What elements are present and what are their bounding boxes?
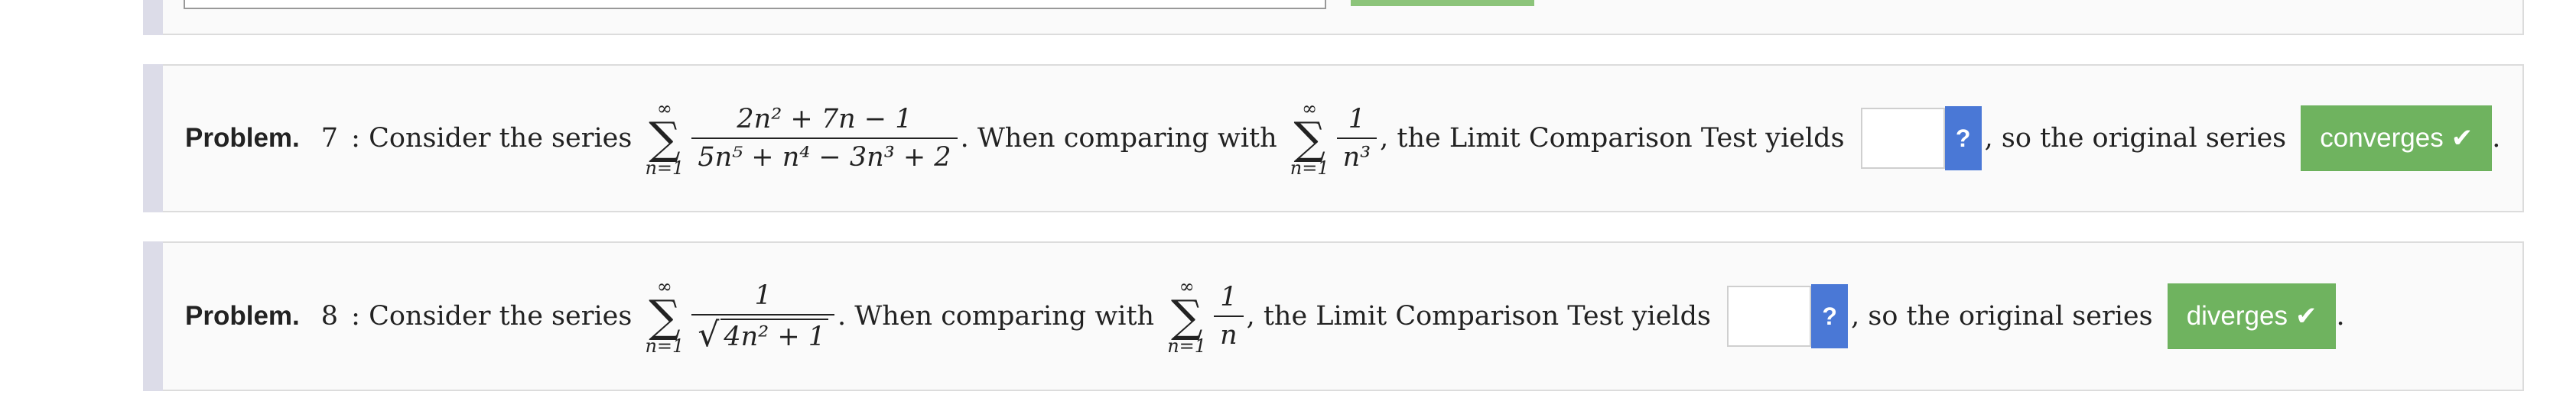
test-text: , the Limit Comparison Test yields [1380,123,1853,154]
end-period: . [2336,301,2345,332]
sigma-symbol: ∑ [1170,290,1203,342]
conclusion-text: , so the original series [1984,123,2295,154]
fraction-denominator: n [1214,315,1244,351]
problem-intro: Consider the series [369,123,641,154]
problem-7-card: Problem. 7 : Consider the series ∞ ∑ n=1… [143,64,2524,212]
fraction-denominator: n³ [1336,138,1377,173]
problem-label: Problem. [185,123,300,153]
problem-intro: Consider the series [369,301,641,332]
comparison-term-fraction: 1 n³ [1336,104,1377,173]
check-icon: ✔ [2295,302,2317,331]
problem-number: 7 [320,123,339,154]
result-select-button[interactable]: converges ✔ [2301,105,2493,171]
problem-7-row: Problem. 7 : Consider the series ∞ ∑ n=1… [185,66,2500,211]
sum-lower-limit: n=1 [1167,335,1207,357]
fraction-denominator: √ 4n² + 1 [691,313,835,354]
square-root: √ 4n² + 1 [698,315,829,354]
sigma-symbol: ∑ [649,290,681,342]
limit-answer-input[interactable] [1860,108,1945,169]
result-label: converges [2320,123,2444,153]
help-button[interactable]: ? [1944,106,1982,170]
test-text: , the Limit Comparison Test yields [1246,301,1720,332]
comparison-intro: . When comparing with [838,301,1163,332]
comparison-sum: ∞ ∑ n=1 [1167,277,1206,356]
problem-number: 8 [320,301,339,332]
problem-8-row: Problem. 8 : Consider the series ∞ ∑ n=1… [185,243,2345,390]
result-select-button[interactable]: diverges ✔ [2167,283,2337,349]
comparison-term-fraction: 1 n [1214,282,1244,351]
series-term-fraction: 2n² + 7n − 1 5n⁵ + n⁴ − 3n³ + 2 [691,104,958,173]
sigma-symbol: ∑ [649,112,681,164]
sigma-symbol: ∑ [1293,112,1325,164]
problem-separator: : [343,123,369,154]
fraction-numerator: 1 [1348,104,1366,134]
radical-sign: √ [698,315,720,354]
fraction-numerator: 1 [754,280,772,311]
previous-answer-input[interactable] [184,0,1326,9]
previous-result-button[interactable] [1351,0,1534,6]
help-button[interactable]: ? [1811,284,1849,348]
series-sum: ∞ ∑ n=1 [645,99,684,178]
previous-problem-side-bar [143,0,163,35]
problem-side-bar [143,241,163,391]
sum-lower-limit: n=1 [645,157,685,179]
problem-label: Problem. [185,301,300,331]
fraction-numerator: 2n² + 7n − 1 [737,104,912,134]
series-term-fraction: 1 √ 4n² + 1 [691,280,835,354]
end-period: . [2492,123,2501,154]
result-label: diverges [2186,301,2288,331]
problem-side-bar [143,64,163,212]
problem-8-card: Problem. 8 : Consider the series ∞ ∑ n=1… [143,241,2524,391]
comparison-sum: ∞ ∑ n=1 [1290,99,1329,178]
radicand: 4n² + 1 [720,318,829,352]
comparison-intro: . When comparing with [960,123,1286,154]
limit-answer-input[interactable] [1727,286,1812,347]
sum-lower-limit: n=1 [1290,157,1329,179]
conclusion-text: , so the original series [1851,301,2161,332]
fraction-denominator: 5n⁵ + n⁴ − 3n³ + 2 [691,138,958,173]
fraction-numerator: 1 [1220,282,1238,312]
check-icon: ✔ [2451,124,2474,153]
problem-separator: : [343,301,369,332]
sum-lower-limit: n=1 [645,335,685,357]
series-sum: ∞ ∑ n=1 [645,277,684,356]
